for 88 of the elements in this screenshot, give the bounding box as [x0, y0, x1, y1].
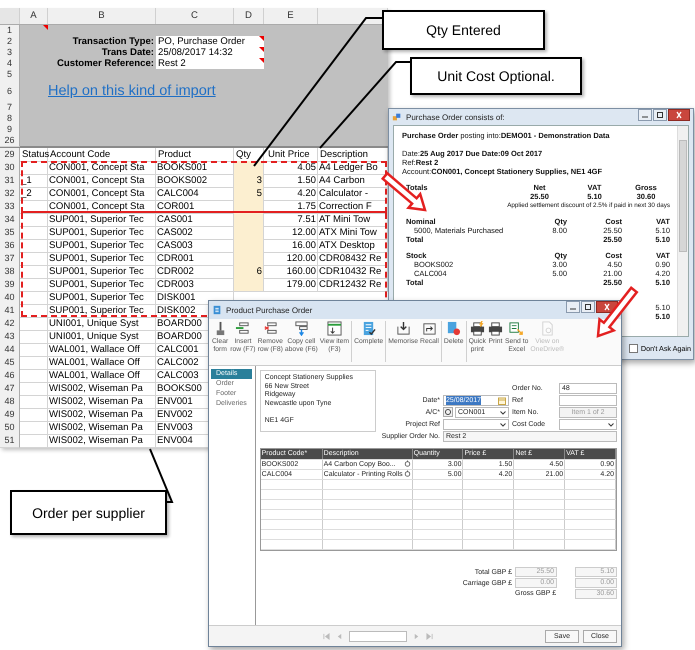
row-number: 5 [0, 69, 20, 81]
row-number: 29 [0, 148, 20, 162]
table-cell: WAL001, Wallace Off [48, 356, 156, 370]
column-heading: Unit Price [264, 148, 318, 162]
table-cell[interactable]: Rest 2 [156, 58, 264, 70]
row-number: 43 [0, 330, 20, 344]
field-label: Transaction Type: [72, 36, 155, 48]
row-number: 31 [0, 174, 20, 188]
row-number: 2 [0, 36, 20, 48]
row-number: 32 [0, 187, 20, 201]
table-cell: WIS002, Wiseman Pa [48, 408, 156, 422]
row-number: 40 [0, 291, 20, 305]
row-number: 6 [0, 80, 20, 103]
row-number: 1 [0, 25, 20, 37]
row-number: 39 [0, 278, 20, 292]
row-number: 36 [0, 239, 20, 253]
row-number: 35 [0, 226, 20, 240]
table-cell: 7.51 [264, 213, 318, 227]
table-cell: 12.00 [264, 226, 318, 240]
table-cell: SUP001, Superior Tec [48, 291, 156, 305]
row-number: 26 [0, 135, 20, 147]
table-cell: SUP001, Superior Tec [48, 304, 156, 318]
table-cell: WIS002, Wiseman Pa [48, 421, 156, 435]
field-label: Customer Reference: [56, 58, 155, 70]
table-cell: 16.00 [264, 239, 318, 253]
callout-box: Qty Entered [382, 10, 545, 50]
table-cell: 160.00 [264, 265, 318, 279]
table-cell: WIS002, Wiseman Pa [48, 382, 156, 396]
row-number: 51 [0, 434, 20, 448]
table-cell[interactable]: 25/08/2017 14:32 [156, 47, 264, 59]
table-cell: 179.00 [264, 278, 318, 292]
table-cell: 5 [234, 187, 264, 201]
row-number: 50 [0, 421, 20, 435]
table-cell: WAL001, Wallace Off [48, 343, 156, 357]
table-cell: SUP001, Superior Tec [48, 213, 156, 227]
table-cell: CON001, Concept Sta [48, 174, 156, 188]
table-cell: SUP001, Superior Tec [48, 252, 156, 266]
table-cell: 4.20 [264, 187, 318, 201]
field-label: Trans Date: [100, 47, 155, 59]
column-heading: Product [156, 148, 234, 162]
row-number: 41 [0, 304, 20, 318]
row-number: 9 [0, 124, 20, 136]
table-cell: UNI001, Unique Syst [48, 330, 156, 344]
table-cell[interactable]: PO, Purchase Order [156, 36, 264, 48]
row-number: 46 [0, 369, 20, 383]
table-cell: CON001, Concept Sta [48, 187, 156, 201]
row-number: 8 [0, 113, 20, 125]
row-number: 33 [0, 200, 20, 214]
table-cell: 3 [234, 174, 264, 188]
row-number: 3 [0, 47, 20, 59]
column-header[interactable]: E [264, 8, 318, 24]
table-cell: SUP001, Superior Tec [48, 226, 156, 240]
callout-box: Order per supplier [10, 490, 167, 535]
table-cell: 1.50 [264, 174, 318, 188]
table-cell: 6 [234, 265, 264, 279]
row-number: 38 [0, 265, 20, 279]
row-number: 44 [0, 343, 20, 357]
column-header[interactable]: A [20, 8, 48, 24]
row-number: 37 [0, 252, 20, 266]
row-number: 49 [0, 408, 20, 422]
table-cell: 1.75 [264, 200, 318, 214]
row-number: 47 [0, 382, 20, 396]
row-number: 7 [0, 102, 20, 114]
row-number: 34 [0, 213, 20, 227]
table-cell: WIS002, Wiseman Pa [48, 395, 156, 409]
row-number: 4 [0, 58, 20, 70]
column-header[interactable]: D [234, 8, 264, 24]
window-title: Purchase Order consists of: [406, 112, 505, 122]
column-header[interactable]: B [48, 8, 156, 24]
column-heading: Status [20, 148, 48, 162]
row-number: 48 [0, 395, 20, 409]
table-cell: CON001, Concept Sta [48, 200, 156, 214]
table-cell: WAL001, Wallace Off [48, 369, 156, 383]
table-cell: WIS002, Wiseman Pa [48, 434, 156, 448]
table-cell: CON001, Concept Sta [48, 161, 156, 175]
column-heading: Account Code [48, 148, 156, 162]
table-cell: 120.00 [264, 252, 318, 266]
row-number: 42 [0, 317, 20, 331]
table-cell: SUP001, Superior Tec [48, 239, 156, 253]
table-cell: _2 [20, 187, 48, 201]
table-cell: 4.05 [264, 161, 318, 175]
column-header[interactable]: C [156, 8, 234, 24]
table-cell: SUP001, Superior Tec [48, 265, 156, 279]
row-number: 30 [0, 161, 20, 175]
table-cell: SUP001, Superior Tec [48, 278, 156, 292]
callout-box: Unit Cost Optional. [410, 57, 582, 95]
table-cell: UNI001, Unique Syst [48, 317, 156, 331]
row-number: 45 [0, 356, 20, 370]
